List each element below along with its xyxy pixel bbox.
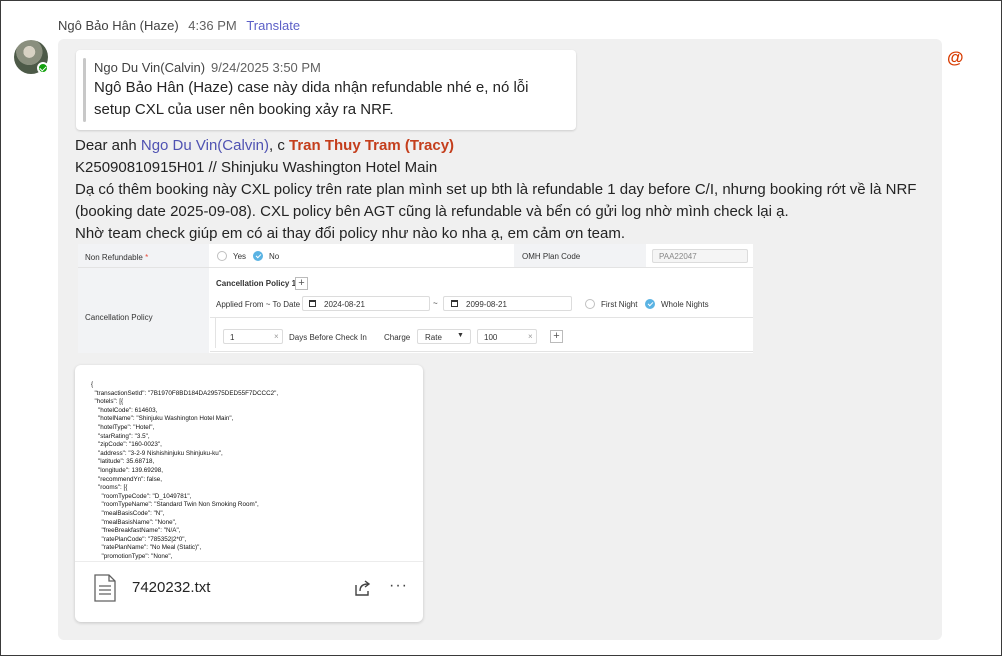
presence-available-icon xyxy=(37,62,49,74)
greeting-text: Dear anh xyxy=(75,137,141,154)
mention-calvin[interactable]: Ngo Du Vin(Calvin) xyxy=(141,137,269,154)
quote-bar xyxy=(83,58,86,122)
file-preview-text: { "transactionSetId": "7B1970F8BD184DA29… xyxy=(91,381,279,560)
message-body: Dear anh Ngo Du Vin(Calvin), c Tran Thuy… xyxy=(75,135,925,245)
message-header: Ngô Bảo Hân (Haze) 4:36 PM Translate xyxy=(58,18,300,33)
quoted-reply[interactable]: Ngo Du Vin(Calvin) 9/24/2025 3:50 PM Ngô … xyxy=(76,50,576,130)
sender-name[interactable]: Ngô Bảo Hân (Haze) xyxy=(58,18,179,33)
file-attachment-card[interactable]: { "transactionSetId": "7B1970F8BD184DA29… xyxy=(75,365,423,622)
explanation-paragraph: Dạ có thêm booking này CXL policy trên r… xyxy=(75,181,917,220)
charge-label: Charge xyxy=(384,333,411,342)
file-preview[interactable]: { "transactionSetId": "7B1970F8BD184DA29… xyxy=(75,365,423,561)
applied-label: Applied From ~ To Date xyxy=(216,300,301,309)
whole-nights-radio-selected xyxy=(645,299,655,309)
cancellation-label-cell xyxy=(78,268,209,353)
omh-value: PAA22047 xyxy=(659,252,697,261)
date-to: 2099-08-21 xyxy=(466,300,507,309)
row-divider xyxy=(210,351,753,352)
date-separator: ~ xyxy=(433,299,438,308)
no-label: No xyxy=(269,252,280,261)
booking-line: K25090810915H01 // Shinjuku Washington H… xyxy=(75,159,438,176)
embedded-screenshot[interactable]: Non Refundable * Yes No OMH Plan Code PA… xyxy=(78,244,753,353)
date-to-field xyxy=(443,296,572,311)
text-file-icon xyxy=(94,574,116,602)
omh-label: OMH Plan Code xyxy=(522,252,581,261)
row-divider xyxy=(210,317,753,318)
charge-value: 100 xyxy=(484,333,498,342)
date-from-field xyxy=(302,296,430,311)
mention-separator: , c xyxy=(268,137,289,154)
days-value: 1 xyxy=(230,333,235,342)
file-footer: 7420232.txt ··· xyxy=(75,561,423,622)
quote-author: Ngo Du Vin(Calvin) xyxy=(94,60,206,75)
first-night-radio xyxy=(585,299,595,309)
date-from: 2024-08-21 xyxy=(324,300,365,309)
quote-header: Ngo Du Vin(Calvin) 9/24/2025 3:50 PM xyxy=(94,60,321,75)
column-divider xyxy=(215,318,216,348)
days-label: Days Before Check In xyxy=(289,333,367,342)
clear-icon: × xyxy=(274,332,279,341)
greeting-line: Dear anh Ngo Du Vin(Calvin), c Tran Thuy… xyxy=(75,135,925,157)
yes-radio xyxy=(217,251,227,261)
clear-icon: × xyxy=(528,332,533,341)
quote-text: Ngô Bảo Hân (Haze) case này dida nhận re… xyxy=(94,79,529,118)
charge-type: Rate xyxy=(425,333,442,342)
non-refundable-label: Non Refundable * xyxy=(85,253,149,262)
more-options-icon[interactable]: ··· xyxy=(389,577,408,595)
no-radio-selected xyxy=(253,251,263,261)
policy-title: Cancellation Policy 1 xyxy=(216,279,297,288)
message-time: 4:36 PM xyxy=(188,18,237,33)
translate-link[interactable]: Translate xyxy=(246,18,300,33)
request-line: Nhờ team check giúp em có ai thay đổi po… xyxy=(75,225,625,242)
calendar-icon xyxy=(309,300,316,307)
add-policy-icon: + xyxy=(295,277,308,290)
first-night-label: First Night xyxy=(601,300,638,309)
share-icon[interactable] xyxy=(354,579,372,597)
mention-indicator-icon: @ xyxy=(947,48,964,67)
yes-label: Yes xyxy=(233,252,247,261)
dropdown-arrow-icon: ▼ xyxy=(457,332,464,339)
add-rule-icon: + xyxy=(550,330,563,343)
whole-nights-label: Whole Nights xyxy=(661,300,709,309)
quote-time: 9/24/2025 3:50 PM xyxy=(211,60,321,75)
calendar-icon xyxy=(451,300,458,307)
cancellation-label: Cancellation Policy xyxy=(85,313,153,322)
mention-tracy[interactable]: Tran Thuy Tram (Tracy) xyxy=(289,137,454,154)
file-name[interactable]: 7420232.txt xyxy=(132,579,210,596)
